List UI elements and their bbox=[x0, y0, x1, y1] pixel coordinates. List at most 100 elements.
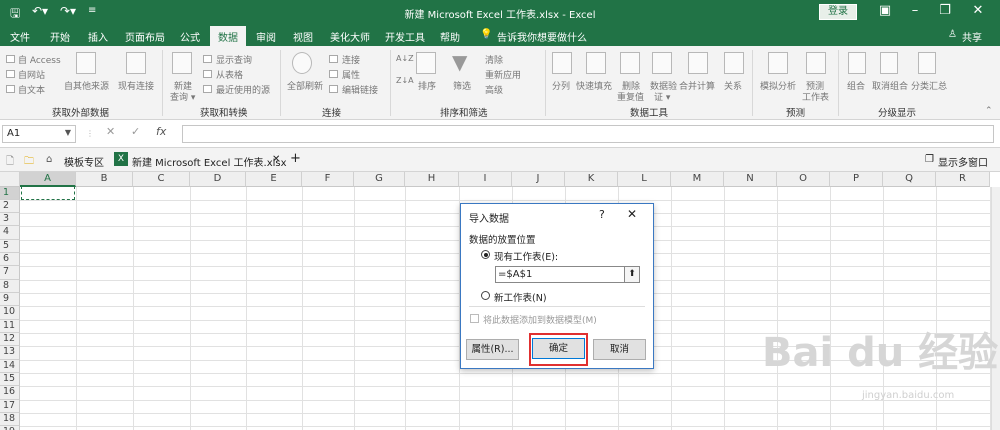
close-tab-icon[interactable]: ✕ bbox=[272, 154, 280, 165]
column-header[interactable]: P bbox=[830, 172, 883, 187]
sort-button[interactable]: 排序 bbox=[418, 79, 436, 92]
column-header[interactable]: O bbox=[777, 172, 830, 187]
group-button[interactable]: 组合 bbox=[847, 79, 865, 92]
column-header[interactable]: C bbox=[133, 172, 190, 187]
column-header[interactable]: B bbox=[76, 172, 133, 187]
existing-sheet-label[interactable]: 现有工作表(E): bbox=[494, 249, 558, 263]
column-header[interactable]: N bbox=[724, 172, 777, 187]
folder-icon[interactable]: 🗀 bbox=[24, 154, 34, 171]
subtotal-button[interactable]: 分类汇总 bbox=[911, 79, 947, 92]
column-header[interactable]: R bbox=[936, 172, 990, 187]
tab-home[interactable]: 开始 bbox=[50, 29, 70, 44]
row-header[interactable]: 4 bbox=[0, 226, 20, 240]
tab-view[interactable]: 视图 bbox=[293, 29, 313, 44]
insert-function-icon[interactable]: fx bbox=[156, 125, 166, 138]
collapse-dialog-icon[interactable]: ⬆ bbox=[624, 266, 640, 283]
row-header[interactable]: 15 bbox=[0, 373, 20, 386]
minimize-icon[interactable]: – bbox=[905, 3, 925, 18]
file-tab[interactable]: 新建 Microsoft Excel 工作表.xlsx bbox=[132, 154, 287, 169]
tab-file[interactable]: 文件 bbox=[10, 29, 30, 44]
tab-help[interactable]: 帮助 bbox=[440, 29, 460, 44]
show-queries-button[interactable]: 显示查询 bbox=[216, 53, 252, 66]
row-header[interactable]: 7 bbox=[0, 266, 20, 280]
column-header[interactable]: Q bbox=[883, 172, 936, 187]
text-to-columns-button[interactable]: 分列 bbox=[552, 79, 570, 92]
login-button[interactable]: 登录 bbox=[819, 4, 857, 20]
row-header[interactable]: 10 bbox=[0, 306, 20, 320]
column-header[interactable]: G bbox=[354, 172, 405, 187]
row-header[interactable]: 12 bbox=[0, 333, 20, 346]
row-header[interactable]: 13 bbox=[0, 346, 20, 360]
collapse-ribbon-icon[interactable]: ⌃ bbox=[985, 106, 993, 116]
from-web-button[interactable]: 自网站 bbox=[18, 68, 45, 81]
row-header[interactable]: 19 bbox=[0, 426, 20, 430]
tab-page-layout[interactable]: 页面布局 bbox=[125, 29, 165, 44]
from-access-button[interactable]: 自 Access bbox=[18, 53, 61, 66]
selected-cell-a1[interactable] bbox=[21, 186, 75, 200]
tab-review[interactable]: 审阅 bbox=[256, 29, 276, 44]
column-header[interactable]: F bbox=[302, 172, 354, 187]
other-sources-button[interactable]: 自其他来源 bbox=[64, 79, 109, 92]
sort-za-icon[interactable]: Z↓A bbox=[396, 76, 414, 85]
row-header[interactable]: 1 bbox=[0, 187, 20, 200]
row-header[interactable]: 3 bbox=[0, 213, 20, 226]
column-header[interactable]: J bbox=[512, 172, 565, 187]
tab-data[interactable]: 数据 bbox=[210, 26, 246, 46]
share-button[interactable]: 共享 bbox=[962, 29, 982, 44]
relationships-button[interactable]: 关系 bbox=[724, 79, 742, 92]
column-header[interactable]: M bbox=[671, 172, 724, 187]
column-header[interactable]: E bbox=[246, 172, 302, 187]
new-sheet-radio[interactable] bbox=[481, 291, 490, 300]
what-if-button[interactable]: 模拟分析 bbox=[760, 79, 796, 92]
add-tab-icon[interactable]: + bbox=[290, 151, 301, 166]
clear-button[interactable]: 清除 bbox=[485, 53, 503, 66]
properties-button[interactable]: 属性 bbox=[342, 68, 360, 81]
row-header[interactable]: 8 bbox=[0, 280, 20, 293]
existing-sheet-radio[interactable] bbox=[481, 250, 490, 259]
existing-connections-button[interactable]: 现有连接 bbox=[118, 79, 154, 92]
ribbon-display-icon[interactable]: ▣ bbox=[875, 3, 895, 18]
tab-beautify[interactable]: 美化大师 bbox=[330, 29, 370, 44]
formula-input[interactable] bbox=[182, 125, 994, 143]
cancel-icon[interactable]: ✕ bbox=[106, 125, 115, 138]
vertical-scrollbar[interactable] bbox=[991, 187, 1000, 430]
properties-button[interactable]: 属性(R)... bbox=[466, 339, 519, 360]
column-header[interactable]: I bbox=[459, 172, 512, 187]
advanced-button[interactable]: 高级 bbox=[485, 83, 503, 96]
close-icon[interactable]: ✕ bbox=[968, 3, 988, 18]
tab-developer[interactable]: 开发工具 bbox=[385, 29, 425, 44]
from-text-button[interactable]: 自文本 bbox=[18, 83, 45, 96]
data-validation-dropdown[interactable]: 证 ▾ bbox=[654, 90, 670, 103]
help-icon[interactable]: ? bbox=[599, 208, 605, 221]
filter-button[interactable]: 筛选 bbox=[453, 79, 471, 92]
row-header[interactable]: 14 bbox=[0, 360, 20, 373]
column-header[interactable]: L bbox=[618, 172, 671, 187]
template-tab[interactable]: 模板专区 bbox=[64, 154, 104, 169]
row-header[interactable]: 9 bbox=[0, 293, 20, 306]
from-table-button[interactable]: 从表格 bbox=[216, 68, 243, 81]
new-sheet-label[interactable]: 新工作表(N) bbox=[494, 290, 547, 304]
close-dialog-icon[interactable]: ✕ bbox=[627, 207, 637, 221]
row-header[interactable]: 2 bbox=[0, 200, 20, 213]
refresh-all-button[interactable]: 全部刷新 bbox=[287, 79, 323, 92]
tab-insert[interactable]: 插入 bbox=[88, 29, 108, 44]
home-icon[interactable]: ⌂ bbox=[46, 154, 52, 165]
column-header[interactable]: A bbox=[20, 172, 76, 187]
tab-formulas[interactable]: 公式 bbox=[180, 29, 200, 44]
add-to-model-checkbox[interactable] bbox=[470, 314, 479, 323]
sort-az-icon[interactable]: A↓Z bbox=[396, 54, 414, 63]
reapply-button[interactable]: 重新应用 bbox=[485, 68, 521, 81]
row-header[interactable]: 17 bbox=[0, 400, 20, 413]
row-header[interactable]: 18 bbox=[0, 413, 20, 426]
multi-window-button[interactable]: 显示多窗口 bbox=[938, 154, 988, 169]
column-header[interactable]: K bbox=[565, 172, 618, 187]
forecast-sheet-button-line2[interactable]: 工作表 bbox=[802, 90, 829, 103]
new-document-icon[interactable]: 🗋 bbox=[6, 154, 14, 171]
cancel-button[interactable]: 取消 bbox=[593, 339, 646, 360]
tell-me-input[interactable]: 告诉我你想要做什么 bbox=[497, 29, 587, 44]
ok-button[interactable]: 确定 bbox=[532, 338, 585, 359]
consolidate-button[interactable]: 合并计算 bbox=[679, 79, 715, 92]
restore-icon[interactable]: ❐ bbox=[935, 3, 955, 18]
column-header[interactable]: H bbox=[405, 172, 459, 187]
range-reference-input[interactable]: =$A$1 bbox=[495, 266, 640, 283]
